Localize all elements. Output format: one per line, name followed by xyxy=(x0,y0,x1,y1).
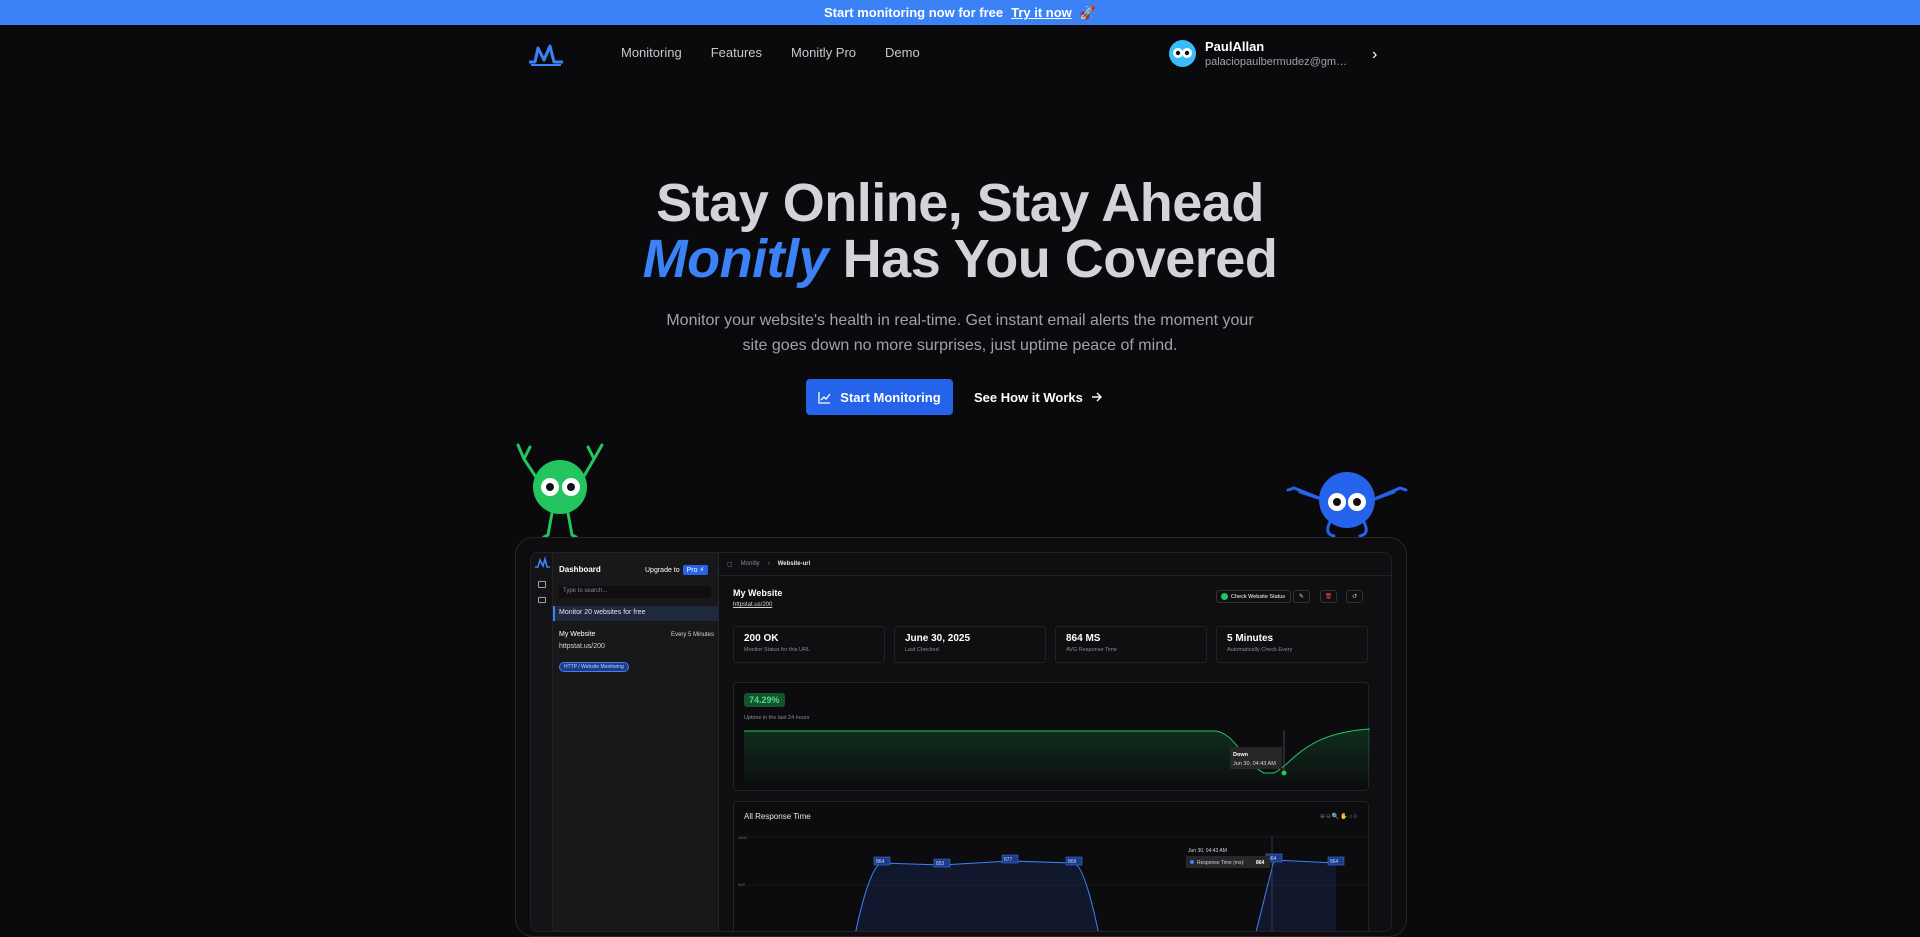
monitly-logo[interactable] xyxy=(527,40,565,68)
stat-avg-response: 864 MS AVG Response Time xyxy=(1055,626,1207,663)
navbar: Monitoring Features Monitly Pro Demo Pau… xyxy=(0,25,1920,85)
avatar xyxy=(1169,40,1196,67)
monitor-type-badge: HTTP / Website Monitoring xyxy=(559,662,629,672)
point-label: 869 xyxy=(1068,859,1077,865)
response-time-title: All Response Time xyxy=(744,812,811,821)
icon-rail xyxy=(531,553,553,931)
breadcrumb: ▢ Monitly › Website-url xyxy=(727,561,810,568)
history-icon[interactable]: ↺ xyxy=(1346,590,1363,603)
nav-features[interactable]: Features xyxy=(711,45,762,60)
dashboard-sidebar: Dashboard Upgrade to Pro ⚡ Type to search… xyxy=(553,553,719,931)
nav-links: Monitoring Features Monitly Pro Demo xyxy=(621,45,920,60)
response-tooltip-date: Jun 30, 04:43 AM xyxy=(1188,848,1227,854)
divider xyxy=(719,575,1391,576)
user-menu[interactable]: PaulAllan palaciopaulbermudez@gma... xyxy=(1169,39,1350,68)
rocket-icon: 🚀 xyxy=(1079,4,1096,20)
sidebar-title: Dashboard xyxy=(559,565,601,574)
brand-accent: Monitly xyxy=(642,229,829,289)
response-time-chart: 1000 900 864 853 877 869 864 864 Jun 30,… xyxy=(738,835,1370,931)
dashboard-preview: Dashboard Upgrade to Pro ⚡ Type to search… xyxy=(530,552,1392,932)
chart-toolbar-icons[interactable]: ⊕⊖🔍✋⌂≡ xyxy=(1320,813,1358,820)
breadcrumb-separator: › xyxy=(767,561,770,567)
stat-last-checked: June 30, 2025 Last Checked xyxy=(894,626,1046,663)
y-tick-top: 1000 xyxy=(738,835,748,840)
stat-status: 200 OK Monitor Status for this URL xyxy=(733,626,885,663)
site-title: My Website xyxy=(733,588,783,598)
chart-line-icon xyxy=(818,391,831,404)
uptime-percent-badge: 74.29% xyxy=(744,693,785,707)
hero-line-2: Monitly Has You Covered xyxy=(642,229,1278,289)
site-url-link[interactable]: httpstat.us/200 xyxy=(733,602,772,608)
dashboard-main: ▢ Monitly › Website-url My Website https… xyxy=(719,553,1391,931)
response-tooltip-value: 864 xyxy=(1256,860,1265,866)
point-label: 853 xyxy=(936,861,945,867)
user-name: PaulAllan xyxy=(1205,39,1265,54)
green-mascot-illustration xyxy=(516,443,604,539)
site-list-item-url: httpstat.us/200 xyxy=(559,643,605,650)
folder-icon[interactable] xyxy=(538,597,546,603)
status-dot-icon xyxy=(1221,593,1228,600)
start-monitoring-button[interactable]: Start Monitoring xyxy=(806,379,953,415)
point-label: 864 xyxy=(1330,859,1339,865)
response-time-card: All Response Time ⊕⊖🔍✋⌂≡ 1000 900 864 85… xyxy=(733,801,1370,931)
uptime-card: 74.29% Uptime in the last 24 hours Down … xyxy=(733,682,1370,791)
arrow-right-icon xyxy=(1091,392,1102,402)
home-icon[interactable] xyxy=(538,581,546,588)
chevron-right-icon[interactable]: › xyxy=(1372,46,1377,64)
trash-icon[interactable]: 🗑 xyxy=(1320,590,1337,603)
sidebar-search-input[interactable]: Type to search... xyxy=(559,586,711,598)
site-list-item-interval: Every 5 Minutes xyxy=(671,632,715,638)
breadcrumb-current: Website-url xyxy=(777,561,811,567)
blue-mascot-illustration xyxy=(1286,472,1408,538)
point-label: 877 xyxy=(1004,857,1013,863)
banner-text: Start monitoring now for free xyxy=(824,5,1004,20)
check-website-status-button[interactable]: Check Website Status xyxy=(1216,590,1292,603)
uptime-tooltip-title: Down xyxy=(1233,752,1249,758)
nav-monitly-pro[interactable]: Monitly Pro xyxy=(791,45,856,60)
point-label: 864 xyxy=(876,859,885,865)
uptime-tooltip-date: Jun 30, 04:43 AM xyxy=(1233,761,1276,767)
site-list-item-name[interactable]: My Website xyxy=(559,631,595,638)
see-how-it-works-button[interactable]: See How it Works xyxy=(974,379,1103,415)
hero-title: Stay Online, Stay Ahead Monitly Has You … xyxy=(0,175,1920,287)
pro-badge: Pro ⚡ xyxy=(682,565,709,575)
edit-icon[interactable]: ✎ xyxy=(1293,590,1310,603)
hero-subtitle: Monitor your website's health in real-ti… xyxy=(666,312,1254,354)
uptime-chart: Down Jun 30, 04:43 AM xyxy=(744,728,1370,789)
upgrade-pro-button[interactable]: Upgrade to Pro ⚡ xyxy=(645,565,709,575)
try-it-now-link[interactable]: Try it now xyxy=(1011,5,1072,20)
nav-demo[interactable]: Demo xyxy=(885,45,920,60)
hero-line-1: Stay Online, Stay Ahead xyxy=(656,173,1264,233)
nav-monitoring[interactable]: Monitoring xyxy=(621,45,682,60)
uptime-label: Uptime in the last 24 hours xyxy=(744,715,810,721)
promo-item[interactable]: Monitor 20 websites for free xyxy=(553,606,719,621)
user-email: palaciopaulbermudez@gma... xyxy=(1205,56,1350,68)
y-tick-mid: 900 xyxy=(738,882,745,887)
breadcrumb-root[interactable]: Monitly xyxy=(741,561,760,568)
monitly-logo-small xyxy=(535,555,550,569)
response-tooltip-series: Response Time (ms): xyxy=(1197,860,1245,866)
promo-banner: Start monitoring now for free Try it now… xyxy=(0,0,1920,25)
sidebar-toggle-icon[interactable]: ▢ xyxy=(727,561,733,568)
stat-check-interval: 5 Minutes Automatically Check Every xyxy=(1216,626,1368,663)
